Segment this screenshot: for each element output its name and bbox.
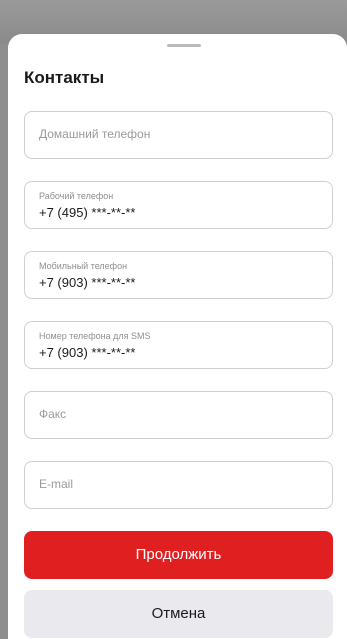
drag-handle[interactable] (167, 44, 201, 47)
mobile-phone-label: Мобильный телефон (39, 261, 128, 271)
email-field[interactable]: E-mail (24, 461, 333, 509)
work-phone-label: Рабочий телефон (39, 191, 114, 201)
home-phone-field[interactable]: Домашний телефон (24, 111, 333, 159)
sheet-title: Контакты (24, 68, 105, 87)
fax-placeholder: Факс (39, 407, 67, 421)
home-phone-placeholder: Домашний телефон (39, 127, 151, 141)
work-phone-value: +7 (495) ***-**-** (39, 205, 136, 220)
continue-button[interactable]: Продолжить (24, 531, 333, 579)
sms-phone-field[interactable]: Номер телефона для SMS +7 (903) ***-**-*… (24, 321, 333, 369)
email-placeholder: E-mail (39, 477, 74, 491)
work-phone-field[interactable]: Рабочий телефон +7 (495) ***-**-** (24, 181, 333, 229)
sms-phone-value: +7 (903) ***-**-** (39, 345, 136, 360)
contacts-bottom-sheet: Контакты Домашний телефон Рабочий телефо… (8, 34, 347, 639)
mobile-phone-value: +7 (903) ***-**-** (39, 275, 136, 290)
cancel-button[interactable]: Отмена (24, 590, 333, 638)
fax-field[interactable]: Факс (24, 391, 333, 439)
mobile-phone-field[interactable]: Мобильный телефон +7 (903) ***-**-** (24, 251, 333, 299)
sms-phone-label: Номер телефона для SMS (39, 331, 151, 341)
